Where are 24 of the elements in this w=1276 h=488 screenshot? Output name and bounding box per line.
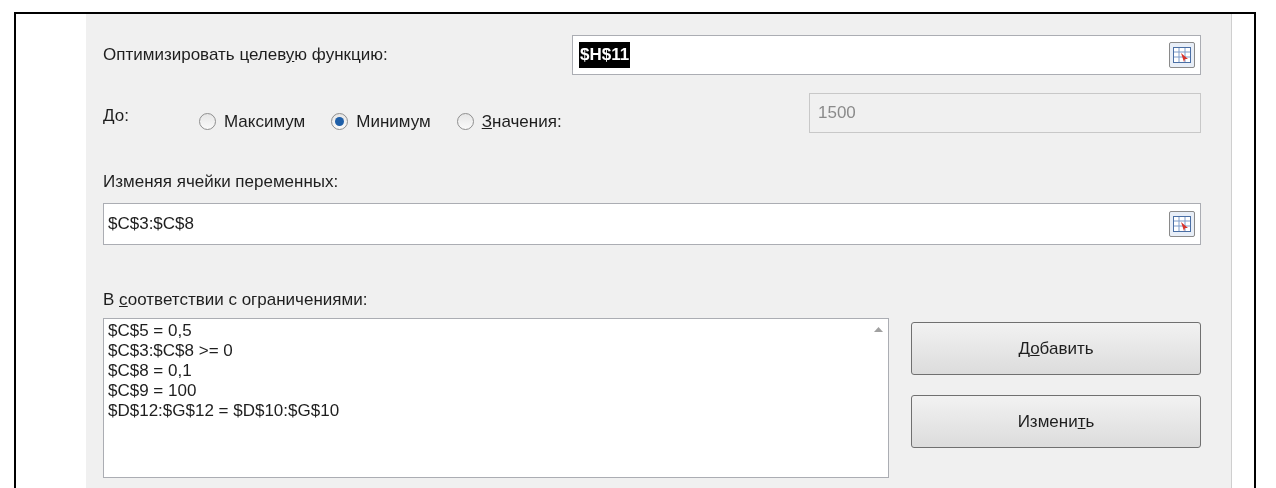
- target-label: До:: [103, 105, 130, 127]
- constraint-button[interactable]: Добавить: [911, 322, 1201, 375]
- constraint-item[interactable]: $D$12:$G$12 = $D$10:$G$10: [108, 401, 868, 421]
- constraint-item[interactable]: $C$5 = 0,5: [108, 321, 868, 341]
- objective-field[interactable]: $H$11: [572, 35, 1201, 75]
- range-select-icon: [1173, 47, 1191, 63]
- collapse-dialog-button[interactable]: [1169, 42, 1195, 68]
- radio-label: Минимум: [356, 111, 431, 133]
- constraint-button[interactable]: Изменить: [911, 395, 1201, 448]
- radio-label: Значения:: [481, 111, 562, 133]
- variables-value: $C$3:$C$8: [108, 212, 194, 235]
- scroll-up-icon[interactable]: [873, 327, 883, 332]
- value-text: 1500: [818, 102, 856, 125]
- constraint-item[interactable]: $C$8 = 0,1: [108, 361, 868, 381]
- constraint-item[interactable]: $C$9 = 100: [108, 381, 868, 401]
- constraints-label: В соответствии с ограничениями:: [103, 289, 368, 309]
- variables-label: Изменяя ячейки переменных:: [103, 172, 339, 191]
- range-select-icon: [1173, 215, 1191, 232]
- objective-value: $H$11: [579, 42, 631, 68]
- collapse-dialog-button[interactable]: [1169, 210, 1195, 237]
- variables-field[interactable]: $C$3:$C$8: [103, 202, 1201, 245]
- objective-label: Оптимизировать целевую функцию:: [103, 45, 388, 65]
- constraint-item[interactable]: $C$3:$C$8 >= 0: [108, 341, 868, 361]
- radio-label: Максимум: [224, 111, 306, 133]
